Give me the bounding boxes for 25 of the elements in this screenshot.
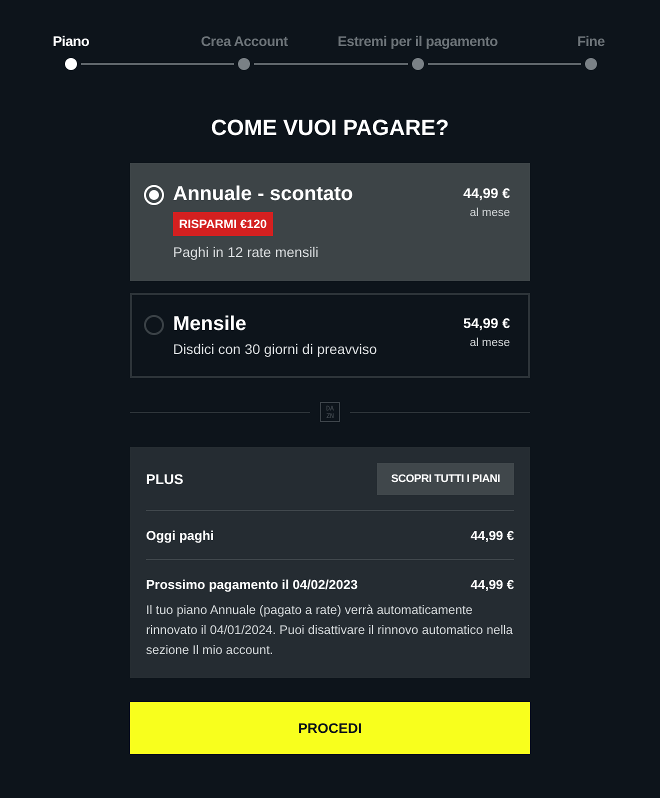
plan-price: 54,99 € [463,315,510,331]
step-label: Piano [52,33,90,49]
summary-amount: 44,99 € [470,577,514,592]
discount-badge: RISPARMI €120 [173,212,273,236]
plan-description: Paghi in 12 rate mensili [173,244,320,260]
renewal-note: Il tuo piano Annuale (pagato a rate) verrà automaticamente rinnovato il 04/01/2024. Puoi disattivare il rinnovo automatico nella sezione Il mio account. [146,602,514,659]
step-label: Crea Account [200,33,288,49]
summary-label: Prossimo pagamento il 04/02/2023 [146,577,358,592]
all-plans-button[interactable]: SCOPRI TUTTI I PIANI [377,463,514,495]
plan-option[interactable]: Annuale - scontato RISPARMI €120 Paghi in 12 rate mensili 44,99 € al mese [130,163,530,281]
summary-amount: 44,99 € [470,528,514,543]
proceed-button[interactable]: PROCEDI [130,702,530,754]
plan-description: Disdici con 30 giorni di preavviso [173,341,378,357]
plan-title: Mensile [173,313,248,335]
step-label: Fine [577,33,605,49]
radio-button[interactable] [144,315,164,335]
price-period: al mese [468,207,510,219]
step-label: Estremi per il pagamento [338,33,498,49]
summary-label: Oggi paghi [146,528,214,543]
plan-title: Annuale - scontato [173,183,354,205]
price-period: al mese [468,337,510,349]
page-title: COME VUOI PAGARE? [210,115,450,141]
plan-name: PLUS [146,471,184,487]
plan-option[interactable]: Mensile Disdici con 30 giorni di preavviso 54,99 € al mese [130,293,530,378]
plan-price: 44,99 € [463,185,510,201]
